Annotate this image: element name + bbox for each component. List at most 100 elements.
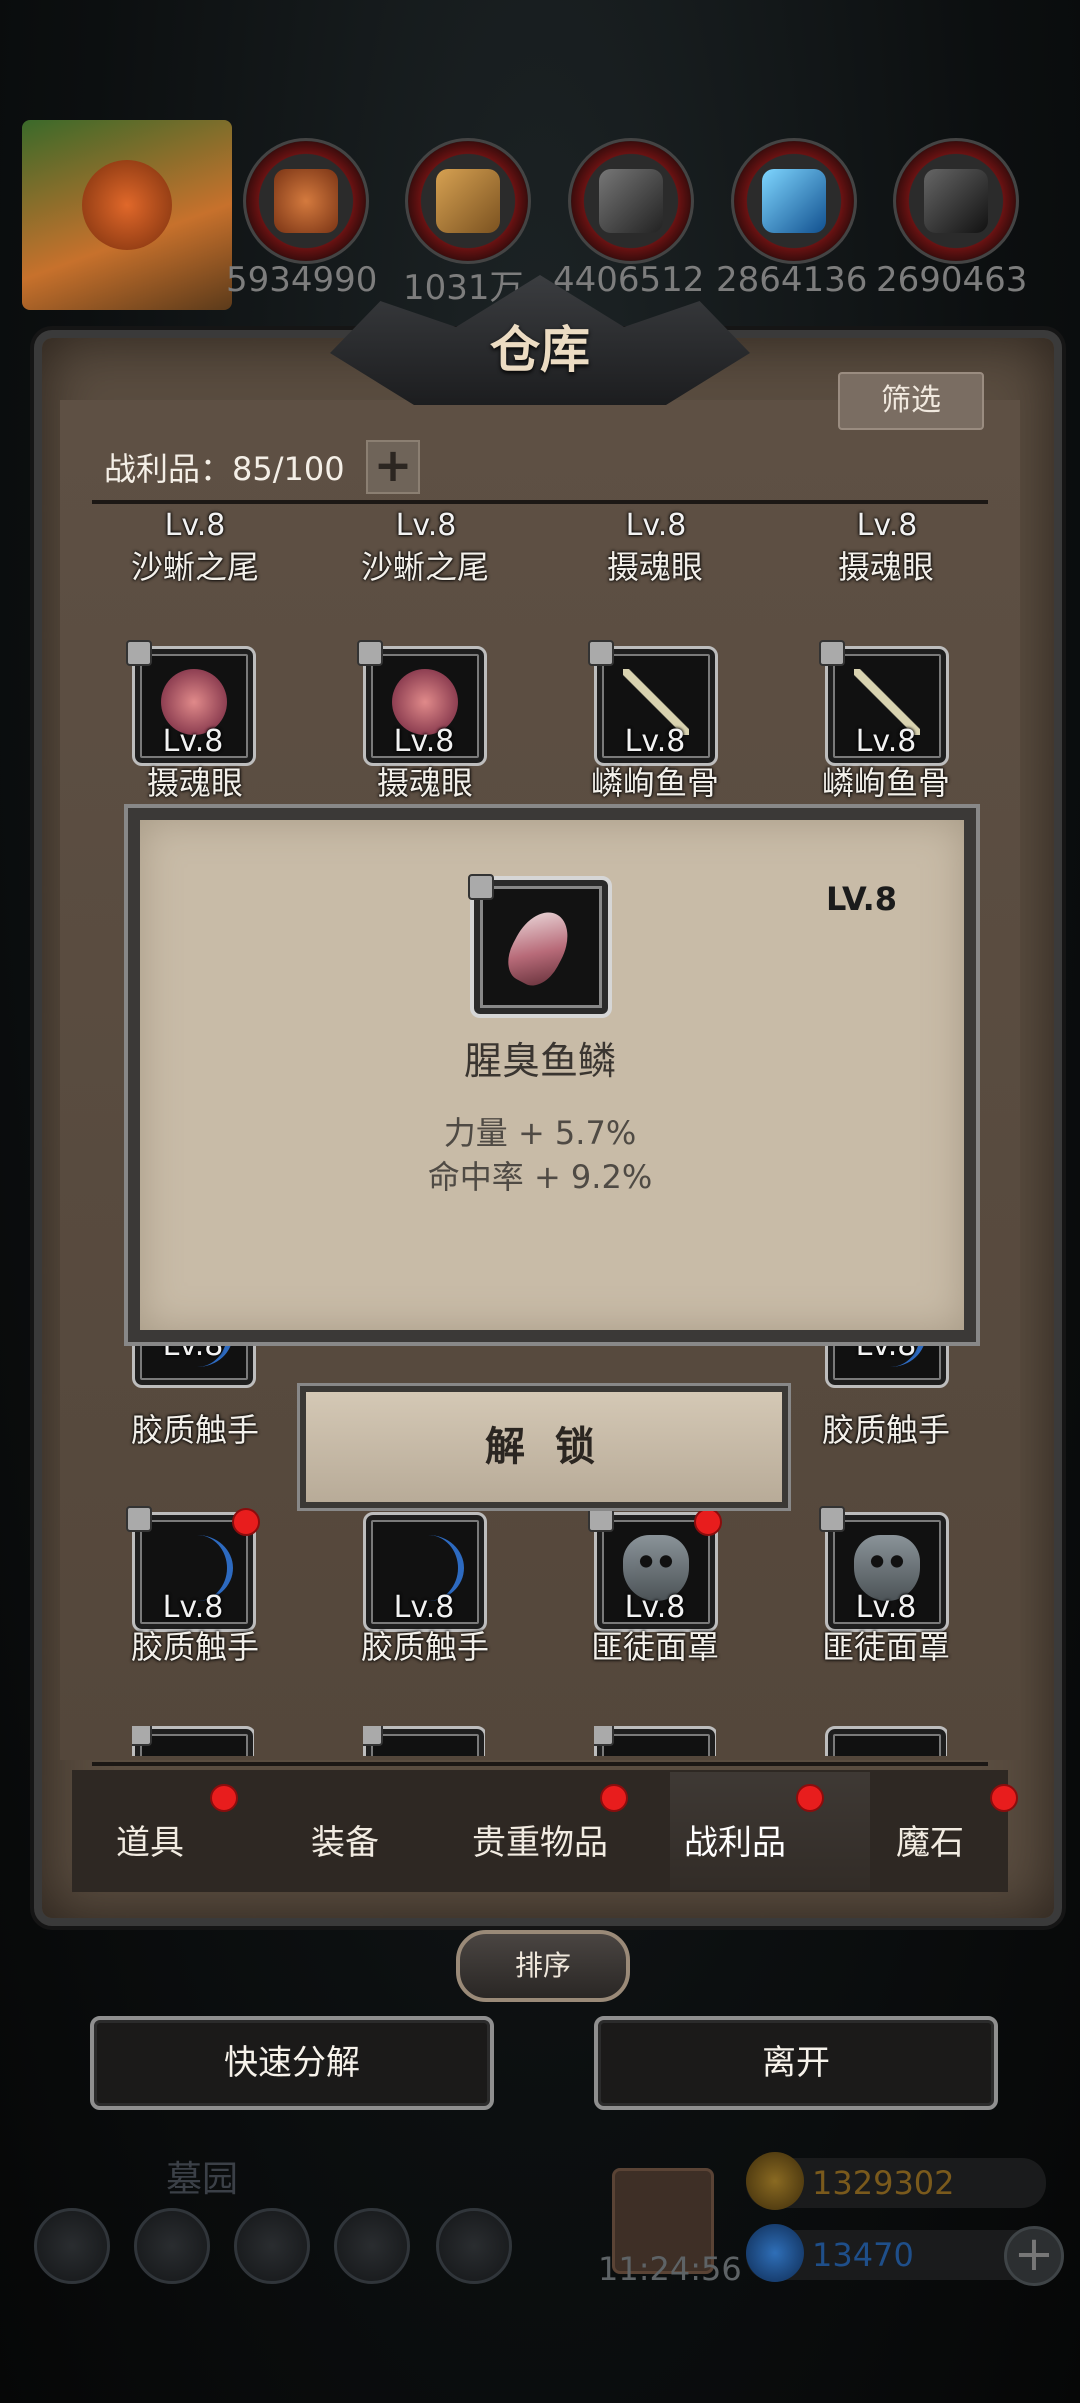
- item-level: Lv.8: [393, 1590, 455, 1625]
- crystal-value: 2864136: [716, 260, 868, 300]
- item-slot[interactable]: Lv.8: [363, 1512, 487, 1632]
- warehouse-title: 仓库: [490, 320, 590, 379]
- crystal-icon: [762, 169, 826, 233]
- item-level: Lv.8: [393, 724, 455, 759]
- item-level: Lv.8: [855, 1590, 917, 1625]
- stone-value: 4406512: [553, 260, 705, 300]
- gold-value: 1329302: [812, 2164, 955, 2202]
- stone-resource[interactable]: [568, 138, 694, 264]
- lock-icon: [588, 640, 614, 666]
- item-detail-level: LV.8: [826, 880, 898, 918]
- item-name: 胶质触手: [360, 1628, 489, 1666]
- lock-icon: [819, 640, 845, 666]
- tab-loot-badge: [796, 1784, 824, 1812]
- item-slot[interactable]: [363, 1726, 485, 1756]
- location-label: 墓园: [166, 2159, 239, 2200]
- item-level: Lv.8: [625, 508, 687, 543]
- tab-valuables-badge: [600, 1784, 628, 1812]
- item-level: Lv.8: [856, 508, 918, 543]
- item-slot[interactable]: Lv.8: [126, 640, 256, 766]
- grid-bottom-divider: [92, 1762, 988, 1766]
- item-name: 摄魂眼: [376, 764, 473, 802]
- stone-icon: [599, 169, 663, 233]
- lock-icon: [594, 1726, 614, 1746]
- quick-decompose-button[interactable]: 快速分解: [90, 2016, 494, 2110]
- item-level: Lv.8: [855, 724, 917, 759]
- tab-items[interactable]: 道具: [60, 1815, 240, 1864]
- sort-button[interactable]: 排序: [456, 1930, 630, 2002]
- new-badge: [232, 1508, 260, 1536]
- wood-resource[interactable]: [405, 138, 531, 264]
- item-stat-strength: 力量 + 5.7%: [443, 1114, 637, 1152]
- item-name: 胶质触手: [130, 1628, 259, 1666]
- hud-button-4[interactable]: [334, 2208, 410, 2284]
- lock-icon: [363, 1726, 383, 1746]
- meat-icon: [274, 169, 338, 233]
- item-slot[interactable]: [825, 1726, 947, 1756]
- lock-icon: [126, 1506, 152, 1532]
- item-name: 胶质触手: [821, 1411, 950, 1449]
- item-name: 沙蜥之尾: [130, 548, 259, 586]
- tab-items-badge: [210, 1784, 238, 1812]
- item-stat-accuracy: 命中率 + 9.2%: [427, 1158, 653, 1196]
- item-slot[interactable]: Lv.8: [357, 640, 487, 766]
- leave-button[interactable]: 离开: [594, 2016, 998, 2110]
- crystal-resource[interactable]: [731, 138, 857, 264]
- item-slot[interactable]: [132, 1726, 254, 1756]
- unlock-button[interactable]: 解 锁: [300, 1386, 788, 1508]
- wood-icon: [436, 169, 500, 233]
- item-level: Lv.8: [624, 1590, 686, 1625]
- filter-button[interactable]: 筛选: [838, 372, 984, 430]
- item-level: Lv.8: [162, 1590, 224, 1625]
- expand-capacity-button[interactable]: +: [366, 440, 420, 494]
- item-name: 胶质触手: [130, 1411, 259, 1449]
- item-frame: [825, 1726, 947, 1756]
- tab-valuables[interactable]: 贵重物品: [450, 1815, 630, 1864]
- item-name: 匪徒面罩: [590, 1628, 719, 1666]
- item-detail-name: 腥臭鱼鳞: [463, 1039, 616, 1083]
- tab-equipment[interactable]: 装备: [255, 1815, 435, 1864]
- hud-button-1[interactable]: [34, 2208, 110, 2284]
- item-slot[interactable]: Lv.8: [588, 1506, 722, 1632]
- iron-resource[interactable]: [893, 138, 1019, 264]
- gem-icon: [746, 2224, 804, 2282]
- item-slot[interactable]: Lv.8: [126, 1506, 260, 1632]
- item-slot[interactable]: Lv.8: [588, 640, 718, 766]
- lock-icon: [819, 1506, 845, 1532]
- item-slot[interactable]: [594, 1726, 716, 1756]
- new-badge: [694, 1508, 722, 1536]
- tab-loot[interactable]: 战利品: [645, 1815, 825, 1864]
- add-currency-button[interactable]: +: [1004, 2226, 1064, 2286]
- tab-magic-stones[interactable]: 魔石: [840, 1815, 1020, 1864]
- item-level: Lv.8: [162, 724, 224, 759]
- item-name: 摄魂眼: [606, 548, 703, 586]
- item-level: Lv.8: [395, 508, 457, 543]
- tab-magic-stones-badge: [990, 1784, 1018, 1812]
- lock-icon: [468, 874, 494, 900]
- hud-button-5[interactable]: [436, 2208, 512, 2284]
- item-level: Lv.8: [624, 724, 686, 759]
- meat-value: 5934990: [226, 260, 378, 300]
- item-name: 摄魂眼: [837, 548, 934, 586]
- lock-icon: [132, 1726, 152, 1746]
- item-name: 匪徒面罩: [821, 1628, 950, 1666]
- hud-button-2[interactable]: [134, 2208, 210, 2284]
- hud-button-3[interactable]: [234, 2208, 310, 2284]
- item-slot[interactable]: Lv.8: [819, 640, 949, 766]
- iron-value: 2690463: [876, 260, 1028, 300]
- iron-icon: [924, 169, 988, 233]
- gold-coin-icon: [746, 2152, 804, 2210]
- item-level: Lv.8: [164, 508, 226, 543]
- loot-capacity: 战利品：85/100: [104, 450, 345, 488]
- lock-icon: [588, 1506, 614, 1532]
- item-name: 沙蜥之尾: [360, 548, 489, 586]
- meat-resource[interactable]: [243, 138, 369, 264]
- item-slot[interactable]: Lv.8: [819, 1506, 949, 1632]
- item-name: 嶙峋鱼骨: [590, 764, 719, 802]
- lock-icon: [357, 640, 383, 666]
- lock-icon: [126, 640, 152, 666]
- player-avatar[interactable]: [22, 120, 232, 310]
- fish-scale-icon: [499, 902, 579, 994]
- item-name: 嶙峋鱼骨: [821, 764, 950, 802]
- gem-value: 13470: [812, 2236, 914, 2274]
